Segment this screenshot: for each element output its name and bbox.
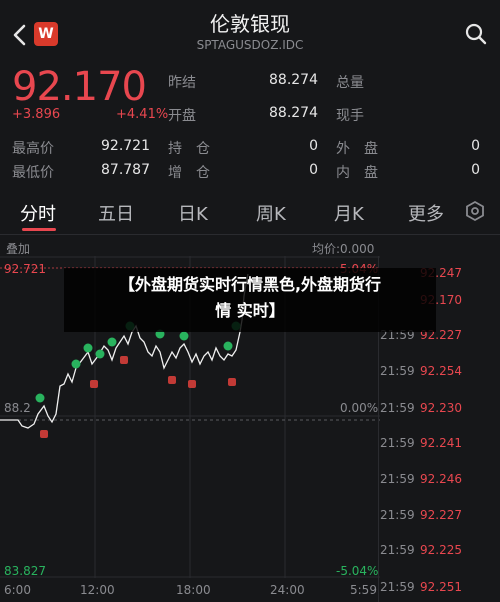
tab-more[interactable]: 更多 [408,200,444,226]
label-outer-volume: 外 盘 [336,141,378,157]
headline-text: 【外盘期货实时行情黑色,外盘期货行 情 实时】 [64,272,436,324]
value-outer-volume: 0 [471,138,480,154]
buy-marker [223,341,233,351]
y-tick-mid: 88.2 [4,401,31,415]
x-tick-label: 6:00 [4,583,31,597]
tab-intraday[interactable]: 分时 [20,200,56,226]
sell-marker [228,378,236,386]
value-high: 92.721 [101,138,150,154]
page-title: 伦敦银现 [210,12,290,36]
label-open: 开盘 [168,108,196,124]
buy-marker [83,343,93,353]
x-tick-label: 12:00 [80,583,115,597]
label-add-position: 增 仓 [168,165,210,181]
overlay-compare-label[interactable]: 叠加 [6,240,30,257]
label-current-hand: 现手 [336,108,364,124]
label-total-volume: 总量 [336,75,364,91]
headline-line-2: 情 实时】 [215,301,285,320]
value-open-interest: 0 [309,138,318,154]
value-prev-settle: 88.274 [269,72,318,88]
value-low: 87.787 [101,162,150,178]
y-tick-high: 92.721 [4,262,46,276]
tab-daily-k[interactable]: 日K [178,200,208,226]
tab-monthly-k[interactable]: 月K [334,200,364,226]
x-tick-label: 24:00 [270,583,305,597]
buy-marker [107,337,117,347]
settings-icon[interactable] [464,200,486,222]
buy-marker [35,393,45,403]
label-high: 最高价 [12,141,54,157]
tab-five-day[interactable]: 五日 [98,200,134,226]
x-tick-label: 18:00 [176,583,211,597]
tab-weekly-k[interactable]: 周K [256,200,286,226]
pct-tick-low: -5.04% [336,564,379,578]
value-add-position: 0 [309,162,318,178]
price-change-percent: +4.41% [116,107,169,122]
buy-marker [71,359,81,369]
sell-marker [40,430,48,438]
pct-tick-mid: 0.00% [340,401,379,415]
label-open-interest: 持 仓 [168,141,210,157]
buy-marker [95,349,105,359]
value-open: 88.274 [269,105,318,121]
headline-line-1: 【外盘期货实时行情黑色,外盘期货行 [118,275,382,294]
last-price: 92.170 [12,64,147,110]
sell-marker [120,356,128,364]
label-prev-settle: 昨结 [168,75,196,91]
x-tick-label: 5:59 [350,583,377,597]
label-low: 最低价 [12,165,54,181]
value-inner-volume: 0 [471,162,480,178]
avg-price-label: 均价:0.000 [312,242,375,256]
price-change: +3.896 [12,107,61,122]
active-tab-indicator [22,228,56,231]
y-tick-low: 83.827 [4,564,46,578]
label-inner-volume: 内 盘 [336,165,378,181]
sell-marker [90,380,98,388]
symbol-code: SPTAGUSDOZ.IDC [196,38,304,52]
buy-marker [179,331,189,341]
sell-marker [188,380,196,388]
divider [0,234,500,235]
sell-marker [168,376,176,384]
search-icon[interactable] [464,22,488,46]
